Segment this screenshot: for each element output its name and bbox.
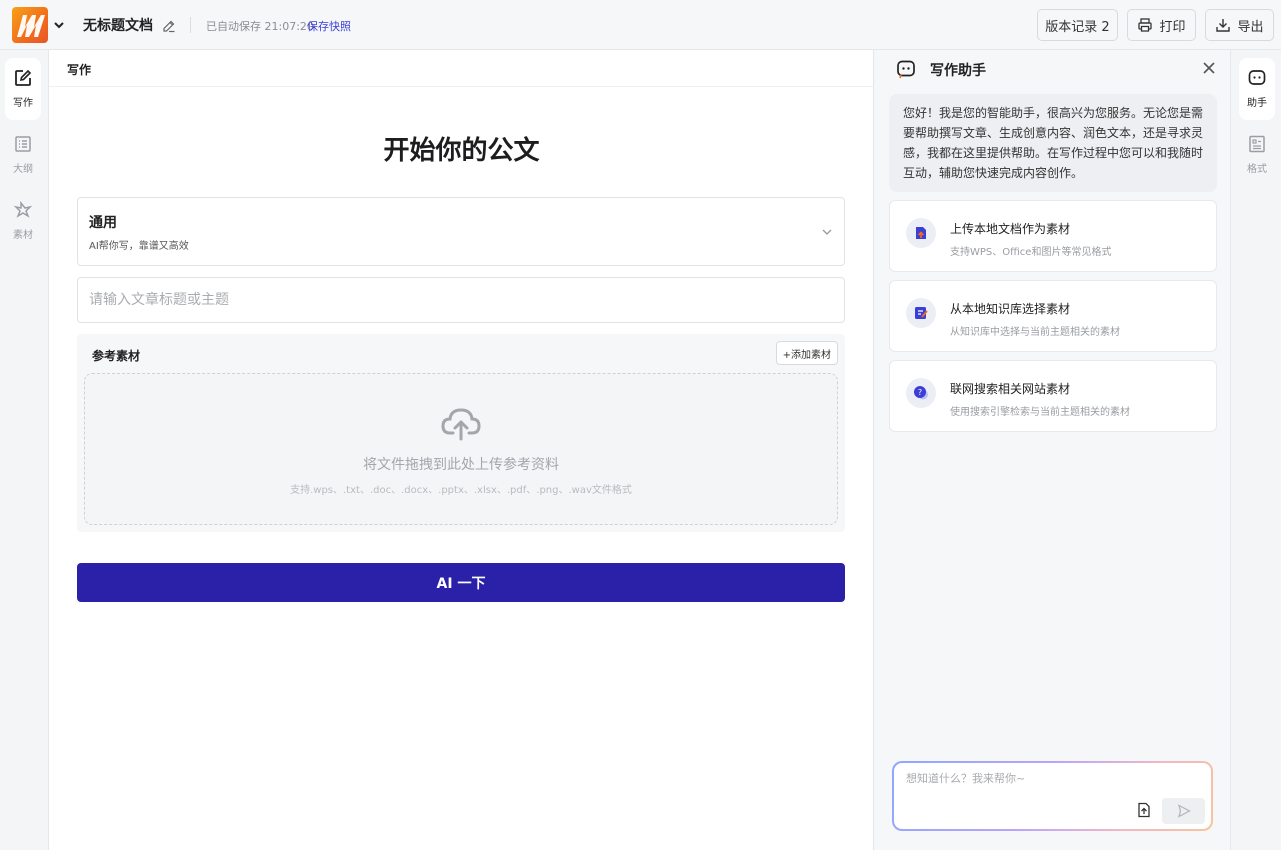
rail-label: 助手 xyxy=(1247,98,1267,109)
rail-label: 写作 xyxy=(13,98,33,109)
dropzone-main-text: 将文件拖拽到此处上传参考资料 xyxy=(363,457,559,473)
card-subtitle: 使用搜索引擎检索与当前主题相关的素材 xyxy=(950,407,1130,418)
pencil-icon[interactable] xyxy=(162,18,176,33)
assistant-greeting: 您好！我是您的智能助手，很高兴为您服务。无论您是需要帮助撰写文章、生成创意内容、… xyxy=(889,94,1217,192)
cloud-upload-icon xyxy=(441,408,481,441)
reference-material-section: 参考素材 +添加素材 将文件拖拽到此处上传参考资料 支持.wps、.txt、.d… xyxy=(77,334,845,532)
rail-label: 大纲 xyxy=(13,164,33,175)
web-search-card[interactable]: ? 联网搜索相关网站素材 使用搜索引擎检索与当前主题相关的素材 xyxy=(889,360,1217,432)
svg-text:?: ? xyxy=(918,388,922,397)
upload-file-icon[interactable] xyxy=(1136,802,1152,818)
article-title-input[interactable] xyxy=(77,277,845,323)
add-material-button[interactable]: +添加素材 xyxy=(775,341,838,365)
assistant-panel: 写作助手 您好！我是您的智能助手，很高兴为您服务。无论您是需要帮助撰写文章、生成… xyxy=(875,50,1231,850)
divider xyxy=(190,17,191,33)
document-type-description: AI帮你写，靠谱又高效 xyxy=(89,241,189,252)
rail-item-assistant[interactable]: 助手 xyxy=(1239,58,1275,120)
rail-label: 格式 xyxy=(1247,164,1267,175)
write-icon xyxy=(15,69,32,86)
version-history-button[interactable]: 版本记录 2 xyxy=(1037,9,1118,41)
card-title: 从本地知识库选择素材 xyxy=(950,302,1071,316)
download-icon xyxy=(1216,19,1231,32)
card-title: 上传本地文档作为素材 xyxy=(950,222,1071,236)
document-title[interactable]: 无标题文档 xyxy=(83,15,153,35)
export-label: 导出 xyxy=(1237,19,1264,35)
app-logo-icon[interactable] xyxy=(12,7,48,43)
rail-label: 素材 xyxy=(13,230,33,241)
chat-input-inner xyxy=(894,763,1211,829)
rail-item-write[interactable]: 写作 xyxy=(5,58,41,120)
send-icon xyxy=(1177,804,1191,818)
card-title: 联网搜索相关网站素材 xyxy=(950,382,1071,396)
document-type-name: 通用 xyxy=(89,215,117,231)
assistant-chat-icon xyxy=(897,60,915,79)
print-label: 打印 xyxy=(1159,19,1186,35)
export-button[interactable]: 导出 xyxy=(1205,9,1274,41)
save-snapshot-link[interactable]: 保存快照 xyxy=(307,18,351,34)
rail-item-outline[interactable]: 大纲 xyxy=(5,124,41,186)
chevron-down-icon[interactable] xyxy=(53,17,65,31)
print-button[interactable]: 打印 xyxy=(1127,9,1196,41)
material-icon xyxy=(13,200,33,218)
upload-doc-icon xyxy=(906,218,936,248)
editor-header-title: 写作 xyxy=(67,63,92,77)
upload-local-doc-card[interactable]: 上传本地文档作为素材 支持WPS、Office和图片等常见格式 xyxy=(889,200,1217,272)
document-type-select[interactable]: 通用 AI帮你写，靠谱又高效 xyxy=(77,197,845,266)
assistant-icon xyxy=(1248,70,1266,85)
right-rail: 助手 格式 xyxy=(1232,50,1281,850)
format-icon xyxy=(1249,135,1265,153)
left-rail: 写作 大纲 素材 xyxy=(0,50,49,850)
autosave-status: 已自动保存 21:07:20 xyxy=(206,20,314,33)
dropzone-format-hint: 支持.wps、.txt、.doc、.docx、.pptx、.xlsx、.pdf、… xyxy=(290,485,632,496)
chat-input[interactable] xyxy=(906,772,1186,785)
ai-generate-button[interactable]: AI 一下 xyxy=(77,563,845,602)
outline-icon xyxy=(15,136,31,152)
rail-item-material[interactable]: 素材 xyxy=(5,190,41,252)
close-icon[interactable] xyxy=(1202,61,1216,75)
version-history-label: 版本记录 2 xyxy=(1045,19,1110,35)
knowledge-base-card[interactable]: 从本地知识库选择素材 从知识库中选择与当前主题相关的素材 xyxy=(889,280,1217,352)
reference-title: 参考素材 xyxy=(92,349,141,363)
editor-panel: 写作 开始你的公文 通用 AI帮你写，靠谱又高效 参考素材 +添加素材 将文件拖… xyxy=(49,50,874,850)
top-bar: 无标题文档 已自动保存 21:07:20 保存快照 版本记录 2 打印 导出 xyxy=(0,0,1281,50)
rail-item-format[interactable]: 格式 xyxy=(1239,124,1275,186)
knowledge-base-icon xyxy=(906,298,936,328)
card-subtitle: 支持WPS、Office和图片等常见格式 xyxy=(950,247,1112,258)
web-search-icon: ? xyxy=(906,378,936,408)
chevron-down-icon xyxy=(822,229,832,235)
printer-icon xyxy=(1138,18,1153,32)
page-title: 开始你的公文 xyxy=(383,136,540,166)
file-dropzone[interactable]: 将文件拖拽到此处上传参考资料 支持.wps、.txt、.doc、.docx、.p… xyxy=(84,373,838,525)
send-button[interactable] xyxy=(1162,798,1205,824)
assistant-title: 写作助手 xyxy=(930,63,986,79)
card-subtitle: 从知识库中选择与当前主题相关的素材 xyxy=(950,327,1120,338)
chat-input-box xyxy=(892,761,1213,831)
editor-header: 写作 xyxy=(49,50,874,87)
